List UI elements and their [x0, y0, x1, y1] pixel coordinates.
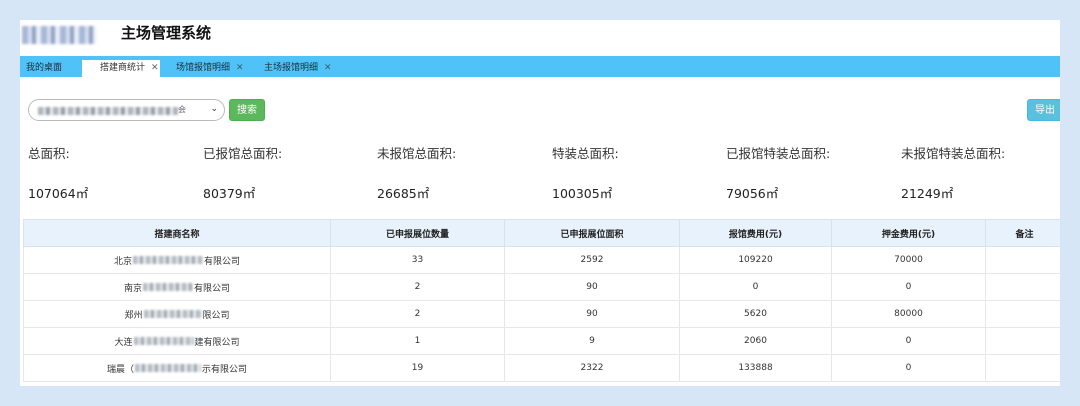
- app-window: 主场管理系统 我的桌面 搭建商统计 ✕ 场馆报馆明细 ✕ 主场报馆明细 ✕ 会 ⌄ 搜…: [20, 20, 1060, 386]
- close-icon[interactable]: ✕: [236, 63, 244, 73]
- cell-deposit: 70000: [831, 246, 986, 274]
- cell-fee: 0: [679, 273, 832, 301]
- redacted-text: [143, 310, 202, 318]
- table-row[interactable]: 大连 建有限公司 1 9 2060 0: [23, 327, 1060, 355]
- exhibition-select[interactable]: 会 ⌄: [28, 99, 225, 121]
- stat-label: 特装总面积:: [552, 146, 619, 161]
- cell-area: 9: [504, 327, 680, 355]
- cell-note: [985, 273, 1060, 301]
- cell-builder-name: 北京 有限公司: [23, 246, 331, 274]
- cell-fee: 133888: [679, 354, 832, 382]
- cell-booths: 1: [330, 327, 505, 355]
- column-header[interactable]: 已申报展位数量: [330, 219, 505, 247]
- tab-label: 搭建商统计: [100, 63, 146, 73]
- cell-deposit: 0: [831, 354, 986, 382]
- redacted-text: [133, 256, 203, 264]
- close-icon[interactable]: ✕: [324, 63, 332, 73]
- cell-booths: 2: [330, 273, 505, 301]
- cell-note: [985, 354, 1060, 382]
- cell-booths: 2: [330, 300, 505, 328]
- tab-home-report-detail[interactable]: 主场报馆明细 ✕: [258, 60, 348, 77]
- tab-label: 主场报馆明细: [264, 63, 319, 73]
- column-header[interactable]: 搭建商名称: [23, 219, 331, 247]
- device-frame: 主场管理系统 我的桌面 搭建商统计 ✕ 场馆报馆明细 ✕ 主场报馆明细 ✕ 会 ⌄ 搜…: [0, 0, 1080, 406]
- stat-value: 79056㎡: [726, 186, 779, 201]
- cell-area: 90: [504, 273, 680, 301]
- table-row[interactable]: 郑州 限公司 2 90 5620 80000: [23, 300, 1060, 328]
- column-header[interactable]: 备注: [985, 219, 1060, 247]
- column-header[interactable]: 报馆费用(元): [679, 219, 832, 247]
- redacted-text: [38, 107, 178, 115]
- cell-builder-name: 大连 建有限公司: [23, 327, 331, 355]
- stat-value: 21249㎡: [901, 186, 954, 201]
- tab-builder-stats[interactable]: 搭建商统计 ✕: [82, 60, 160, 77]
- cell-builder-name: 瑞晨（ 示有限公司: [23, 354, 331, 382]
- app-title: 主场管理系统: [121, 24, 212, 42]
- table-row[interactable]: 南京 有限公司 2 90 0 0: [23, 273, 1060, 301]
- builder-table: 搭建商名称 已申报展位数量 已申报展位面积 报馆费用(元) 押金费用(元) 备注…: [23, 219, 1060, 382]
- cell-builder-name: 郑州 限公司: [23, 300, 331, 328]
- cell-fee: 5620: [679, 300, 832, 328]
- cell-deposit: 0: [831, 327, 986, 355]
- toolbar: 会 ⌄ 搜索 导出: [20, 77, 1060, 127]
- cell-note: [985, 300, 1060, 328]
- stat-label: 未报馆特装总面积:: [901, 146, 1006, 161]
- stat-value: 107064㎡: [28, 186, 89, 201]
- table-header-row: 搭建商名称 已申报展位数量 已申报展位面积 报馆费用(元) 押金费用(元) 备注: [23, 219, 1060, 247]
- stat-value: 80379㎡: [203, 186, 256, 201]
- search-button[interactable]: 搜索: [229, 99, 265, 121]
- redacted-text: [143, 283, 193, 291]
- stats-panel: 总面积: 107064㎡ 已报馆总面积: 80379㎡ 未报馆总面积: 2668…: [20, 127, 1060, 217]
- chevron-down-icon: ⌄: [210, 104, 218, 114]
- stat-value: 26685㎡: [377, 186, 430, 201]
- app-header: 主场管理系统: [20, 20, 1060, 56]
- cell-deposit: 0: [831, 273, 986, 301]
- builder-table-wrapper: 搭建商名称 已申报展位数量 已申报展位面积 报馆费用(元) 押金费用(元) 备注…: [23, 219, 1060, 382]
- select-value: 会: [178, 105, 186, 114]
- stat-label: 未报馆总面积:: [377, 146, 457, 161]
- cell-fee: 109220: [679, 246, 832, 274]
- stat-label: 已报馆总面积:: [203, 146, 283, 161]
- tab-label: 我的桌面: [26, 63, 63, 73]
- redacted-text: [133, 337, 194, 345]
- export-button[interactable]: 导出: [1027, 99, 1060, 121]
- stat-label: 总面积:: [28, 146, 70, 161]
- column-header[interactable]: 押金费用(元): [831, 219, 986, 247]
- tab-venue-report-detail[interactable]: 场馆报馆明细 ✕: [170, 60, 252, 77]
- stat-label: 已报馆特装总面积:: [726, 146, 831, 161]
- stat-value: 100305㎡: [552, 186, 613, 201]
- close-icon[interactable]: ✕: [151, 63, 159, 73]
- cell-deposit: 80000: [831, 300, 986, 328]
- cell-booths: 33: [330, 246, 505, 274]
- column-header[interactable]: 已申报展位面积: [504, 219, 680, 247]
- cell-area: 90: [504, 300, 680, 328]
- table-row[interactable]: 瑞晨（ 示有限公司 19 2322 133888 0: [23, 354, 1060, 382]
- redacted-text: [135, 364, 201, 372]
- cell-fee: 2060: [679, 327, 832, 355]
- cell-area: 2322: [504, 354, 680, 382]
- cell-note: [985, 327, 1060, 355]
- cell-note: [985, 246, 1060, 274]
- cell-area: 2592: [504, 246, 680, 274]
- cell-booths: 19: [330, 354, 505, 382]
- app-logo: [22, 26, 96, 44]
- tab-label: 场馆报馆明细: [176, 63, 231, 73]
- tab-bar: 我的桌面 搭建商统计 ✕ 场馆报馆明细 ✕ 主场报馆明细 ✕: [20, 56, 1060, 77]
- cell-builder-name: 南京 有限公司: [23, 273, 331, 301]
- tab-my-desktop[interactable]: 我的桌面: [20, 60, 80, 77]
- table-row[interactable]: 北京 有限公司 33 2592 109220 70000: [23, 246, 1060, 274]
